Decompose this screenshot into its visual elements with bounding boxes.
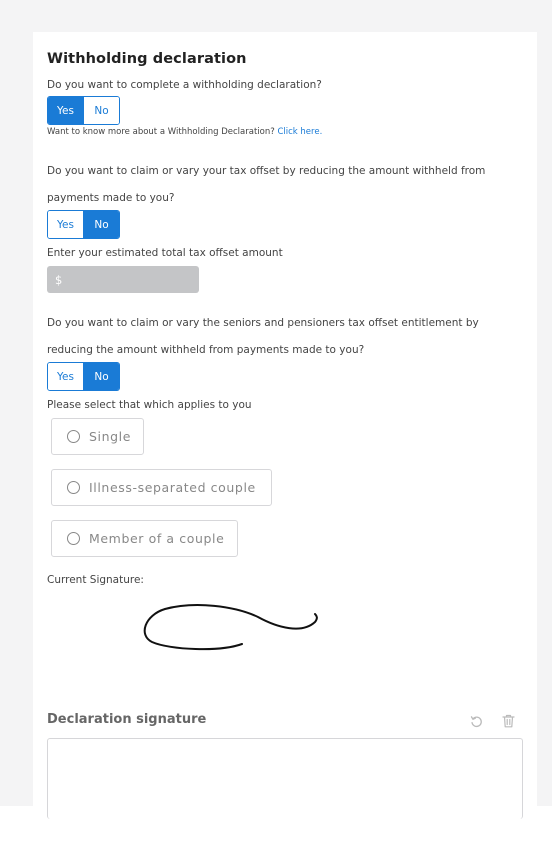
undo-icon[interactable] <box>468 713 484 729</box>
trash-icon[interactable] <box>500 713 516 729</box>
signature-pad[interactable] <box>47 738 523 819</box>
radio-circle-icon <box>67 481 80 494</box>
radio-option-label: Single <box>89 429 132 444</box>
page-title: Withholding declaration <box>47 51 247 67</box>
current-signature-image <box>143 604 318 651</box>
seniors-offset-toggle: Yes No <box>47 362 120 391</box>
help-link[interactable]: Click here. <box>277 127 322 137</box>
radio-option-member-of-couple[interactable]: Member of a couple <box>51 520 238 557</box>
tax-offset-amount-input[interactable]: $ <box>47 266 199 293</box>
radio-option-single[interactable]: Single <box>51 418 144 455</box>
seniors-offset-no-button[interactable]: No <box>83 363 119 390</box>
question-complete-declaration: Do you want to complete a withholding de… <box>47 79 322 91</box>
radio-circle-icon <box>67 430 80 443</box>
complete-declaration-no-button[interactable]: No <box>83 97 119 124</box>
question-seniors-offset-line1: Do you want to claim or vary the seniors… <box>47 317 479 329</box>
question-seniors-offset-line2: reducing the amount withheld from paymen… <box>47 344 365 356</box>
tax-offset-no-button[interactable]: No <box>83 211 119 238</box>
declaration-signature-title: Declaration signature <box>47 712 207 727</box>
radio-option-label: Member of a couple <box>89 531 225 546</box>
radio-option-illness-separated-couple[interactable]: Illness-separated couple <box>51 469 272 506</box>
question-tax-offset-line1: Do you want to claim or vary your tax of… <box>47 165 486 177</box>
complete-declaration-yes-button[interactable]: Yes <box>48 97 83 124</box>
question-tax-offset: Do you want to claim or vary your tax of… <box>47 158 517 212</box>
currency-symbol: $ <box>55 272 63 287</box>
question-seniors-offset: Do you want to claim or vary the seniors… <box>47 310 517 364</box>
radio-option-label: Illness-separated couple <box>89 480 256 495</box>
help-text-label: Want to know more about a Withholding De… <box>47 127 275 137</box>
seniors-offset-yes-button[interactable]: Yes <box>48 363 83 390</box>
question-tax-offset-line2: payments made to you? <box>47 192 175 204</box>
trash-icon-graphic <box>501 714 515 728</box>
tax-offset-amount-label: Enter your estimated total tax offset am… <box>47 247 283 259</box>
tax-offset-yes-button[interactable]: Yes <box>48 211 83 238</box>
undo-icon-graphic <box>470 715 482 727</box>
radio-circle-icon <box>67 532 80 545</box>
complete-declaration-toggle: Yes No <box>47 96 120 125</box>
applies-label: Please select that which applies to you <box>47 399 252 411</box>
tax-offset-toggle: Yes No <box>47 210 120 239</box>
help-text: Want to know more about a Withholding De… <box>47 127 322 137</box>
current-signature-label: Current Signature: <box>47 574 144 586</box>
